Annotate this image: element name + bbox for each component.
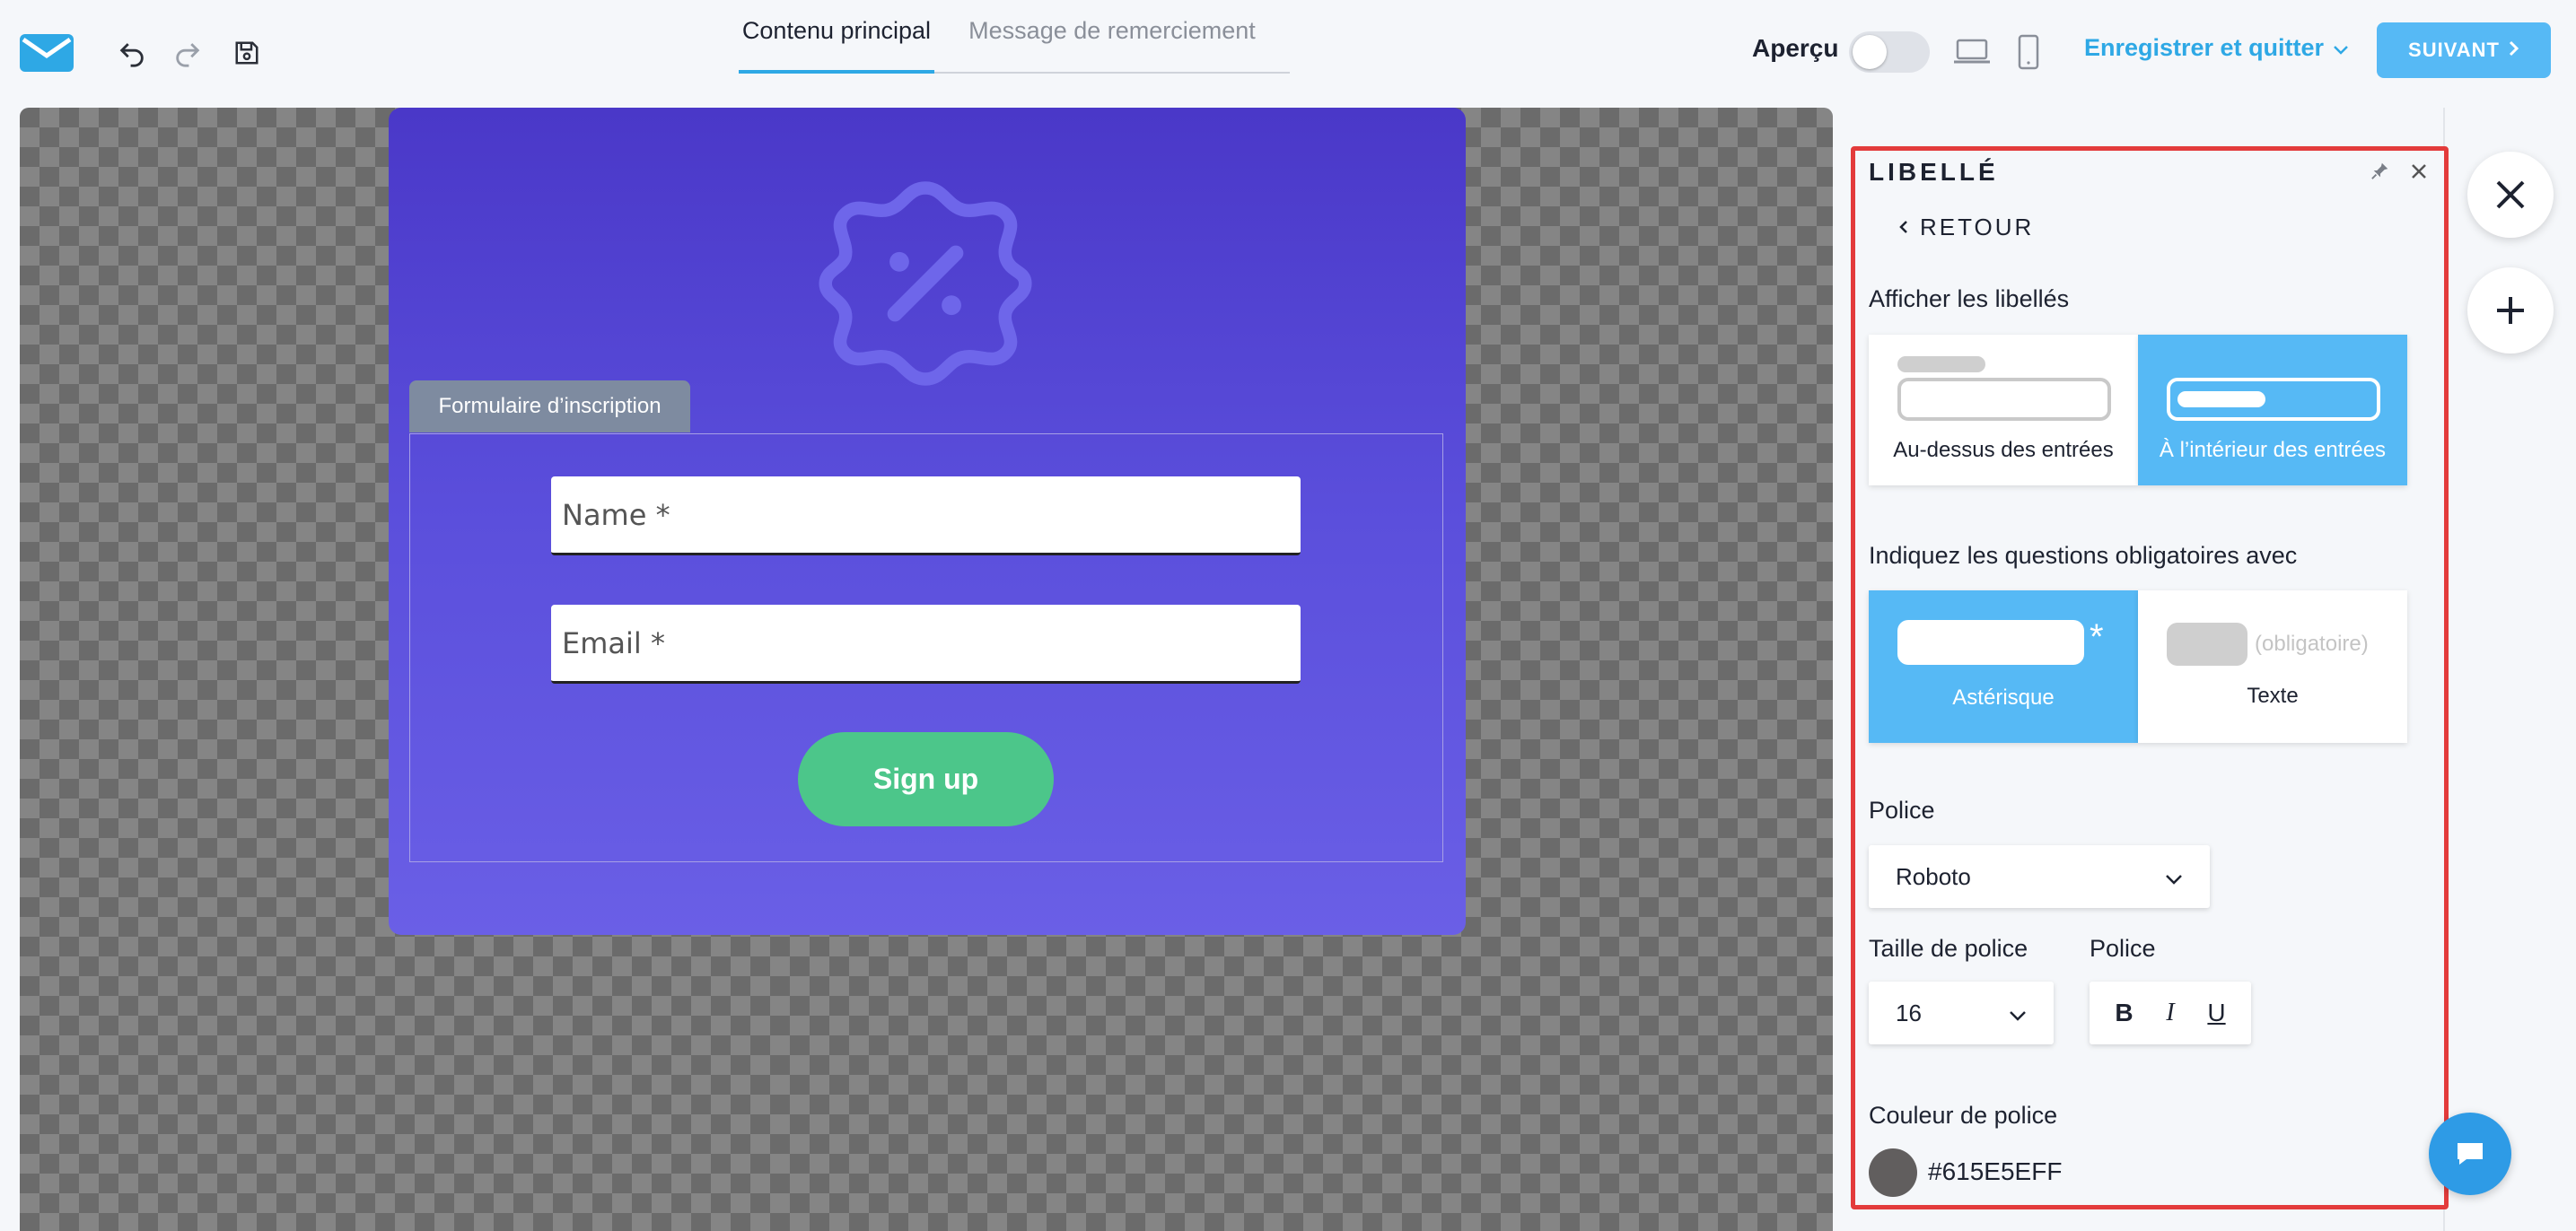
form-tab-label[interactable]: Formulaire d’inscription: [409, 380, 690, 432]
show-labels-heading: Afficher les libellés: [1869, 285, 2070, 312]
close-editor-button[interactable]: [2467, 152, 2554, 238]
label-bar-illustration: [1897, 356, 1985, 372]
desktop-view-icon[interactable]: [1950, 34, 1994, 70]
bold-button[interactable]: B: [2115, 999, 2133, 1027]
font-color-heading: Couleur de police: [1869, 1102, 2058, 1129]
font-size-select[interactable]: 16: [1869, 982, 2054, 1044]
input-illustration: [1897, 378, 2111, 421]
preview-label: Aperçu: [1752, 34, 1839, 62]
font-color-swatch[interactable]: [1869, 1148, 1917, 1197]
font-style-heading: Police: [2090, 935, 2156, 962]
redo-icon[interactable]: [171, 36, 205, 70]
getresponse-logo-icon[interactable]: [20, 34, 74, 72]
font-heading: Police: [1869, 797, 1935, 824]
pin-icon[interactable]: [2368, 158, 2393, 183]
tab-thank-you-message[interactable]: Message de remerciement: [934, 13, 1290, 74]
italic-button[interactable]: I: [2166, 999, 2174, 1027]
sign-up-button[interactable]: Sign up: [798, 732, 1054, 826]
input-illustration: [1897, 620, 2084, 665]
text-label: Texte: [2247, 684, 2299, 708]
chevron-down-icon: [2333, 34, 2349, 62]
asterisk-label: Astérisque: [1952, 685, 2055, 710]
name-field[interactable]: Name *: [551, 476, 1301, 555]
asterisk-glyph: *: [2090, 617, 2104, 657]
next-button[interactable]: SUIVANT: [2377, 22, 2551, 78]
label-above-inputs-text: Au-dessus des entrées: [1893, 438, 2114, 462]
tab-main-content[interactable]: Contenu principal: [739, 13, 934, 74]
asterisk-option[interactable]: * Astérisque: [1869, 590, 2138, 743]
label-above-inputs-option[interactable]: Au-dessus des entrées: [1869, 335, 2138, 485]
font-format-group: B I U: [2090, 982, 2251, 1044]
font-family-select[interactable]: Roboto: [1869, 845, 2210, 908]
back-button[interactable]: RETOUR: [1898, 214, 2034, 241]
chevron-down-icon: [2165, 863, 2183, 891]
font-size-value: 16: [1896, 999, 1922, 1026]
label-bar-illustration: [2177, 391, 2265, 407]
save-icon[interactable]: [230, 36, 264, 70]
required-heading: Indiquez les questions obligatoires avec: [1869, 542, 2298, 569]
next-label: SUIVANT: [2408, 39, 2500, 61]
text-option[interactable]: (obligatoire) Texte: [2138, 590, 2407, 743]
underline-button[interactable]: U: [2207, 999, 2225, 1027]
chat-icon[interactable]: [2429, 1113, 2511, 1195]
required-text-sample: (obligatoire): [2255, 632, 2369, 656]
label-inside-inputs-text: À l’intérieur des entrées: [2159, 438, 2387, 462]
discount-badge-icon: [817, 175, 1034, 392]
back-label: RETOUR: [1920, 214, 2035, 240]
save-and-quit-button[interactable]: Enregistrer et quitter: [2084, 34, 2349, 62]
chevron-right-icon: [2509, 39, 2519, 62]
input-illustration: [2167, 623, 2247, 666]
panel-title: LIBELLÉ: [1869, 158, 1999, 186]
email-field[interactable]: Email *: [551, 605, 1301, 684]
input-illustration: [2167, 378, 2380, 421]
top-bar: Contenu principal Message de remerciemen…: [0, 0, 2576, 108]
font-color-value[interactable]: #615E5EFF: [1928, 1157, 2062, 1186]
preview-toggle[interactable]: [1849, 31, 1930, 73]
font-size-heading: Taille de police: [1869, 935, 2028, 962]
add-element-button[interactable]: [2467, 267, 2554, 354]
close-icon[interactable]: [2405, 158, 2432, 185]
undo-icon[interactable]: [115, 36, 149, 70]
label-inside-inputs-option[interactable]: À l’intérieur des entrées: [2138, 335, 2407, 485]
mobile-view-icon[interactable]: [2011, 32, 2046, 72]
toggle-knob: [1853, 35, 1887, 69]
font-family-value: Roboto: [1896, 862, 1971, 890]
chevron-left-icon: [1898, 214, 1909, 241]
chevron-down-icon: [2009, 1000, 2027, 1027]
save-and-quit-label: Enregistrer et quitter: [2084, 34, 2325, 61]
